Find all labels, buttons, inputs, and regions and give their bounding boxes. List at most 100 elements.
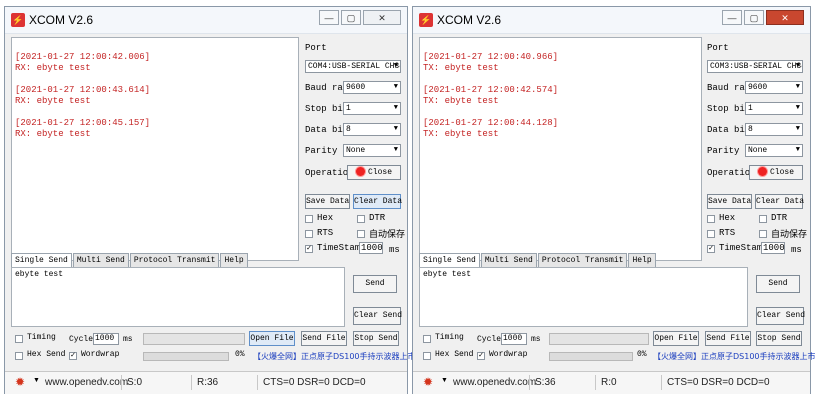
- autosave-checkbox[interactable]: [759, 230, 767, 238]
- rts-checkbox[interactable]: [305, 230, 313, 238]
- hex-checkbox[interactable]: [305, 215, 313, 223]
- save-data-button[interactable]: Save Data: [305, 194, 350, 209]
- wordwrap-checkbox[interactable]: ✓: [69, 352, 77, 360]
- open-file-button[interactable]: Open File: [653, 331, 699, 346]
- autosave-checkbox[interactable]: [357, 230, 365, 238]
- dtr-label: DTR: [369, 213, 386, 223]
- status-line-signals: CTS=0 DSR=0 DCD=0: [667, 377, 770, 388]
- promo-link[interactable]: 【火爆全网】正点原子DS100手持示波器上市: [253, 351, 416, 362]
- timestamp-checkbox[interactable]: ✓: [707, 245, 715, 253]
- port-select[interactable]: COM4:USB-SERIAL CH34C ▼: [305, 60, 401, 73]
- tab-help[interactable]: Help: [628, 253, 656, 267]
- tab-single-send[interactable]: Single Send: [11, 253, 72, 267]
- send-progress-bar: [143, 352, 229, 361]
- chevron-down-icon: ▼: [795, 83, 800, 91]
- clear-data-button[interactable]: Clear Data: [353, 194, 402, 209]
- tab-protocol-transmit[interactable]: Protocol Transmit: [129, 253, 220, 267]
- close-window-button[interactable]: ✕: [766, 10, 804, 25]
- autosave-label: 自动保存: [369, 230, 406, 240]
- timing-checkbox[interactable]: [423, 335, 431, 343]
- hex-send-checkbox[interactable]: [423, 352, 431, 360]
- chevron-down-icon: ▼: [393, 146, 398, 154]
- send-textarea[interactable]: ebyte test: [419, 267, 748, 327]
- timestamp-unit: ms: [791, 245, 802, 255]
- parity-select[interactable]: None ▼: [343, 144, 401, 157]
- tab-single-send[interactable]: Single Send: [419, 253, 480, 267]
- wordwrap-label: Wordwrap: [489, 350, 528, 359]
- send-options: Timing Cycle 1000 ms Open File Send File…: [413, 329, 815, 371]
- wordwrap-checkbox[interactable]: ✓: [477, 352, 485, 360]
- receive-area[interactable]: [2021-01-27 12:00:40.966] TX: ebyte test…: [419, 37, 702, 261]
- timing-checkbox[interactable]: [15, 335, 23, 343]
- file-path-field[interactable]: [549, 333, 649, 345]
- gear-icon[interactable]: ✹: [423, 375, 433, 389]
- title-bar[interactable]: ⚡ XCOM V2.6 — ▢ ✕: [413, 7, 810, 34]
- chevron-down-icon: ▼: [795, 125, 800, 133]
- settings-panel: Port COM3:USB-SERIAL CH34C ▼ Baud rate 96…: [705, 37, 807, 261]
- tab-help[interactable]: Help: [220, 253, 248, 267]
- close-port-button[interactable]: Close: [347, 165, 401, 180]
- timestamp-input[interactable]: 1000: [761, 242, 785, 254]
- baud-select[interactable]: 9600 ▼: [343, 81, 401, 94]
- cycle-input[interactable]: 1000: [501, 333, 527, 345]
- stop-send-button[interactable]: Stop Send: [756, 331, 802, 346]
- parity-select[interactable]: None ▼: [745, 144, 803, 157]
- maximize-button[interactable]: ▢: [341, 10, 361, 25]
- status-sent-count: S:36: [535, 377, 556, 388]
- dtr-checkbox[interactable]: [759, 215, 767, 223]
- app-logo-icon: ⚡: [419, 13, 433, 27]
- tab-multi-send[interactable]: Multi Send: [480, 253, 537, 267]
- parity-label: Parity: [707, 146, 740, 156]
- hex-send-checkbox[interactable]: [15, 352, 23, 360]
- chevron-down-icon[interactable]: ▼: [441, 377, 448, 384]
- stop-bits-select[interactable]: 1 ▼: [343, 102, 401, 115]
- clear-data-button[interactable]: Clear Data: [755, 194, 804, 209]
- data-bits-select[interactable]: 8 ▼: [343, 123, 401, 136]
- baud-select[interactable]: 9600 ▼: [745, 81, 803, 94]
- status-led-icon: [757, 167, 767, 177]
- send-file-button[interactable]: Send File: [705, 331, 751, 346]
- maximize-button[interactable]: ▢: [744, 10, 764, 25]
- stop-send-button[interactable]: Stop Send: [353, 331, 399, 346]
- receive-area[interactable]: [2021-01-27 12:00:42.006] RX: ebyte test…: [11, 37, 299, 261]
- dtr-checkbox[interactable]: [357, 215, 365, 223]
- send-button[interactable]: Send: [353, 275, 397, 293]
- port-value: COM4:USB-SERIAL CH34C: [308, 62, 401, 71]
- tab-multi-send[interactable]: Multi Send: [72, 253, 129, 267]
- tab-protocol-transmit[interactable]: Protocol Transmit: [537, 253, 628, 267]
- timestamp-input[interactable]: 1000: [359, 242, 383, 254]
- send-file-button[interactable]: Send File: [301, 331, 347, 346]
- gear-icon[interactable]: ✹: [15, 375, 25, 389]
- open-file-button[interactable]: Open File: [249, 331, 295, 346]
- status-divider: [661, 375, 662, 390]
- cycle-input[interactable]: 1000: [93, 333, 119, 345]
- send-tabs: Single Send Multi Send Protocol Transmit…: [11, 253, 249, 267]
- send-textarea[interactable]: ebyte test: [11, 267, 345, 327]
- promo-link[interactable]: 【火爆全网】正点原子DS100手持示波器上市: [653, 351, 815, 362]
- hex-checkbox[interactable]: [707, 215, 715, 223]
- clear-send-button[interactable]: Clear Send: [353, 307, 402, 325]
- clear-send-button[interactable]: Clear Send: [756, 307, 805, 325]
- rts-checkbox[interactable]: [707, 230, 715, 238]
- close-window-button[interactable]: ✕: [363, 10, 401, 25]
- status-url[interactable]: www.openedv.com: [45, 377, 128, 388]
- rts-label: RTS: [317, 228, 334, 238]
- send-button[interactable]: Send: [756, 275, 800, 293]
- log-message: TX: ebyte test: [423, 129, 499, 139]
- minimize-button[interactable]: —: [722, 10, 742, 25]
- title-bar[interactable]: ⚡ XCOM V2.6 — ▢ ✕: [5, 7, 407, 34]
- stop-bits-select[interactable]: 1 ▼: [745, 102, 803, 115]
- baud-value: 9600: [748, 83, 768, 92]
- status-url[interactable]: www.openedv.com: [453, 377, 536, 388]
- minimize-button[interactable]: —: [319, 10, 339, 25]
- timestamp-checkbox[interactable]: ✓: [305, 245, 313, 253]
- save-data-button[interactable]: Save Data: [707, 194, 752, 209]
- file-path-field[interactable]: [143, 333, 245, 345]
- chevron-down-icon[interactable]: ▼: [33, 377, 40, 384]
- close-port-button[interactable]: Close: [749, 165, 803, 180]
- timing-label: Timing: [27, 333, 56, 342]
- log-timestamp: [2021-01-27 12:00:43.614]: [15, 85, 151, 95]
- port-select[interactable]: COM3:USB-SERIAL CH34C ▼: [707, 60, 803, 73]
- data-bits-select[interactable]: 8 ▼: [745, 123, 803, 136]
- log-message: RX: ebyte test: [15, 96, 91, 106]
